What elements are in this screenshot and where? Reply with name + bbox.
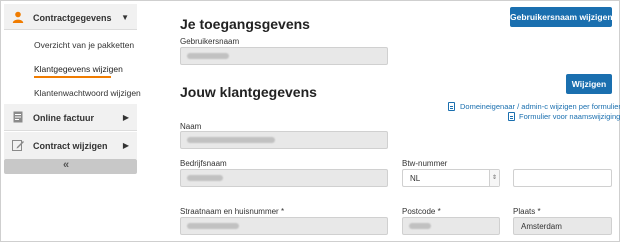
sidebar-item-overzicht[interactable]: Overzicht van je pakketten <box>4 34 137 58</box>
name-field[interactable] <box>180 131 388 149</box>
company-field[interactable] <box>180 169 388 187</box>
vat-number-field[interactable] <box>513 169 612 187</box>
sidebar-item-klantenwachtwoord[interactable]: Klantenwachtwoord wijzigen <box>4 82 141 106</box>
sidebar-group-contract-wijzigen[interactable]: Contract wijzigen ▶ <box>4 132 137 159</box>
city-field[interactable]: Amsterdam <box>513 217 612 235</box>
link-name-change-form[interactable]: Formulier voor naamswijziging <box>519 112 620 121</box>
username-label: Gebruikersnaam <box>180 37 240 46</box>
vat-label: Btw-nummer <box>402 159 448 168</box>
sidebar-item-label: Overzicht van je pakketten <box>34 40 135 50</box>
sidebar-group-label: Online factuur <box>33 113 95 123</box>
redacted-value <box>187 137 275 143</box>
redacted-value <box>187 175 223 181</box>
sidebar-item-label: Klantgegevens wijzigen <box>34 64 123 74</box>
vat-country-select[interactable]: NL ⇕ <box>402 169 500 187</box>
sidebar-group-label: Contractgegevens <box>33 13 112 23</box>
active-indicator <box>34 76 111 78</box>
postcode-field[interactable] <box>402 217 500 235</box>
edit-customer-button[interactable]: Wijzigen <box>566 74 612 94</box>
select-arrow-icon: ⇕ <box>489 170 499 186</box>
chevron-right-icon: ▶ <box>122 141 129 150</box>
username-field[interactable] <box>180 47 388 65</box>
sidebar-item-label: Klantenwachtwoord wijzigen <box>34 88 141 98</box>
city-label: Plaats * <box>513 207 541 216</box>
section-title-customer: Jouw klantgegevens <box>180 84 317 100</box>
company-label: Bedrijfsnaam <box>180 159 227 168</box>
street-field[interactable] <box>180 217 388 235</box>
chevron-down-icon: ▼ <box>121 13 129 22</box>
name-label: Naam <box>180 122 202 131</box>
postcode-label: Postcode * <box>402 207 441 216</box>
invoice-icon <box>13 111 23 123</box>
redacted-value <box>187 223 239 229</box>
redacted-value <box>409 223 431 229</box>
change-username-button[interactable]: Gebruikersnaam wijzigen <box>510 7 613 27</box>
user-icon <box>12 11 24 23</box>
collapse-sidebar-button[interactable]: « <box>4 159 137 174</box>
sidebar-item-klantgegevens[interactable]: Klantgegevens wijzigen <box>4 58 137 82</box>
double-chevron-left-icon: « <box>63 159 70 171</box>
street-label: Straatnaam en huisnummer * <box>180 207 285 216</box>
document-icon <box>448 102 455 111</box>
document-icon <box>508 112 515 121</box>
section-title-access: Je toegangsgevens <box>180 16 310 32</box>
sidebar: Contractgegevens ▼ Overzicht van je pakk… <box>4 4 141 238</box>
sidebar-group-contractgegevens[interactable]: Contractgegevens ▼ <box>4 4 137 30</box>
vat-country-value: NL <box>410 174 421 183</box>
chevron-right-icon: ▶ <box>122 113 129 122</box>
sidebar-group-online-factuur[interactable]: Online factuur ▶ <box>4 104 137 131</box>
city-value: Amsterdam <box>521 222 562 231</box>
sidebar-group-label: Contract wijzigen <box>33 141 108 151</box>
edit-icon <box>12 140 24 151</box>
link-domain-owner-form[interactable]: Domeineigenaar / admin-c wijzigen per fo… <box>460 102 620 111</box>
redacted-value <box>187 53 229 59</box>
